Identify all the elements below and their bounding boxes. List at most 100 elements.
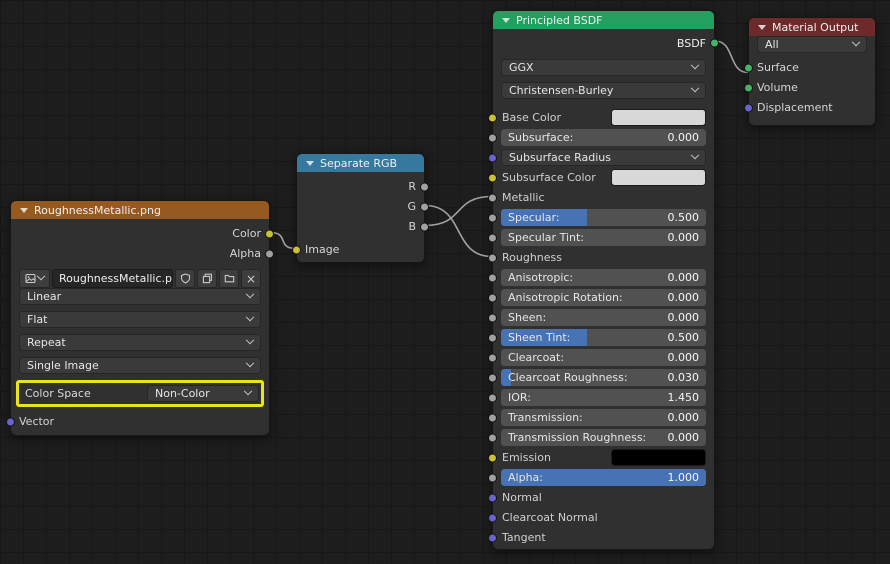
socket-vector-input[interactable] [6,417,15,426]
socket-clearcoat-input[interactable] [488,353,497,362]
node-header-material-output[interactable]: Material Output [749,18,875,36]
socket-bsdf-output[interactable] [710,39,719,48]
collapse-triangle-icon[interactable] [306,161,314,166]
emission-swatch[interactable] [611,449,706,466]
subsurface-slider[interactable]: Subsurface:0.000 [501,129,706,146]
slider-value: 0.030 [668,371,700,384]
socket-alpha-input[interactable] [488,473,497,482]
socket-sheen-tint-input[interactable] [488,333,497,342]
slider-value: 0.000 [668,231,700,244]
principled-inputs: Base ColorSubsurface:0.000Subsurface Rad… [493,109,714,546]
shield-icon [180,273,191,284]
socket-transmission-roughness-input[interactable] [488,433,497,442]
input-label-displacement: Displacement [757,101,833,114]
colorspace-menu[interactable]: Non-Color [147,385,259,402]
socket-sheen-input[interactable] [488,313,497,322]
output-row-alpha: Alpha [19,245,261,262]
unlink-image-button[interactable]: × [241,269,261,288]
socket-b-output[interactable] [420,222,429,231]
specular-slider[interactable]: Specular:0.500 [501,209,706,226]
anisotropic-slider[interactable]: Anisotropic:0.000 [501,269,706,286]
slider-value: 0.000 [668,291,700,304]
socket-normal-input[interactable] [488,493,497,502]
subsurface-color-swatch[interactable] [611,169,706,186]
image-browse-button[interactable] [19,269,50,288]
clearcoat-roughness-slider[interactable]: Clearcoat Roughness:0.030 [501,369,706,386]
node-principled-bsdf[interactable]: Principled BSDF BSDF GGX Christensen-Bur… [492,10,715,550]
socket-anisotropic-input[interactable] [488,273,497,282]
socket-subsurface-input[interactable] [488,133,497,142]
ior-slider[interactable]: IOR:1.450 [501,389,706,406]
image-browse-icon [25,273,36,284]
image-name-field[interactable]: RoughnessMetallic.png [52,269,173,288]
socket-roughness-input[interactable] [488,253,497,262]
slider-value: 0.000 [668,311,700,324]
slider-label: Alpha: [508,471,543,484]
node-header-separate-rgb[interactable]: Separate RGB [297,154,424,172]
socket-anisotropic-rotation-input[interactable] [488,293,497,302]
subsurface-radius-menu[interactable]: Subsurface Radius [501,149,706,166]
socket-subsurface-radius-input[interactable] [488,153,497,162]
socket-color-output[interactable] [265,229,274,238]
clearcoat-slider[interactable]: Clearcoat:0.000 [501,349,706,366]
socket-base-color-input[interactable] [488,113,497,122]
socket-volume-input[interactable] [744,83,753,92]
socket-emission-input[interactable] [488,453,497,462]
slider-value: 1.000 [668,471,700,484]
socket-r-output[interactable] [420,182,429,191]
specular-tint-slider[interactable]: Specular Tint:0.000 [501,229,706,246]
collapse-triangle-icon[interactable] [20,208,28,213]
fake-user-button[interactable] [175,269,195,288]
open-image-button[interactable] [219,269,239,288]
node-title: Principled BSDF [516,14,603,27]
principled-input-roughness: Roughness [501,249,706,266]
socket-metallic-input[interactable] [488,193,497,202]
extension-menu[interactable]: Repeat [19,334,261,351]
socket-tangent-input[interactable] [488,533,497,542]
node-title: RoughnessMetallic.png [34,204,161,217]
collapse-triangle-icon[interactable] [758,25,766,30]
socket-image-input[interactable] [292,245,301,254]
projection-menu[interactable]: Flat [19,311,261,328]
base-color-swatch[interactable] [611,109,706,126]
input-row-volume: Volume [757,79,867,96]
transmission-roughness-slider[interactable]: Transmission Roughness:0.000 [501,429,706,446]
transmission-slider[interactable]: Transmission:0.000 [501,409,706,426]
node-header-image-texture[interactable]: RoughnessMetallic.png [11,201,269,219]
interpolation-menu[interactable]: Linear [19,288,261,305]
slider-label: Subsurface: [508,131,573,144]
input-label-image: Image [305,243,339,256]
sheen-tint-slider[interactable]: Sheen Tint:0.500 [501,329,706,346]
sheen-slider[interactable]: Sheen:0.000 [501,309,706,326]
alpha-slider[interactable]: Alpha: 1.000 [501,469,706,486]
socket-ior-input[interactable] [488,393,497,402]
colorspace-label: Color Space [25,387,147,400]
node-separate-rgb[interactable]: Separate RGB R G B Image [296,153,425,263]
socket-surface-input[interactable] [744,63,753,72]
node-material-output[interactable]: Material Output All Surface Volume Displ… [748,17,876,126]
socket-specular-input[interactable] [488,213,497,222]
socket-specular-tint-input[interactable] [488,233,497,242]
node-header-principled-bsdf[interactable]: Principled BSDF [493,11,714,29]
collapse-triangle-icon[interactable] [502,18,510,23]
slider-value: 1.450 [668,391,700,404]
input-label-roughness: Roughness [501,251,562,264]
socket-alpha-output[interactable] [265,249,274,258]
source-menu[interactable]: Single Image [19,357,261,374]
target-menu[interactable]: All [757,36,867,53]
principled-input-clearcoat: Clearcoat:0.000 [501,349,706,366]
socket-clearcoat-normal-input[interactable] [488,513,497,522]
socket-transmission-input[interactable] [488,413,497,422]
node-image-texture[interactable]: RoughnessMetallic.png Color Alpha Roughn… [10,200,270,436]
duplicate-image-button[interactable] [197,269,217,288]
socket-clearcoat-roughness-input[interactable] [488,373,497,382]
menu-value: All [765,38,779,51]
socket-subsurface-color-input[interactable] [488,173,497,182]
socket-displacement-input[interactable] [744,103,753,112]
node-editor-canvas[interactable]: RoughnessMetallic.png Color Alpha Roughn… [0,0,890,564]
socket-g-output[interactable] [420,202,429,211]
subsurface-method-menu[interactable]: Christensen-Burley [501,82,706,99]
distribution-menu[interactable]: GGX [501,59,706,76]
chevron-down-icon [246,358,254,366]
anisotropic-rotation-slider[interactable]: Anisotropic Rotation:0.000 [501,289,706,306]
